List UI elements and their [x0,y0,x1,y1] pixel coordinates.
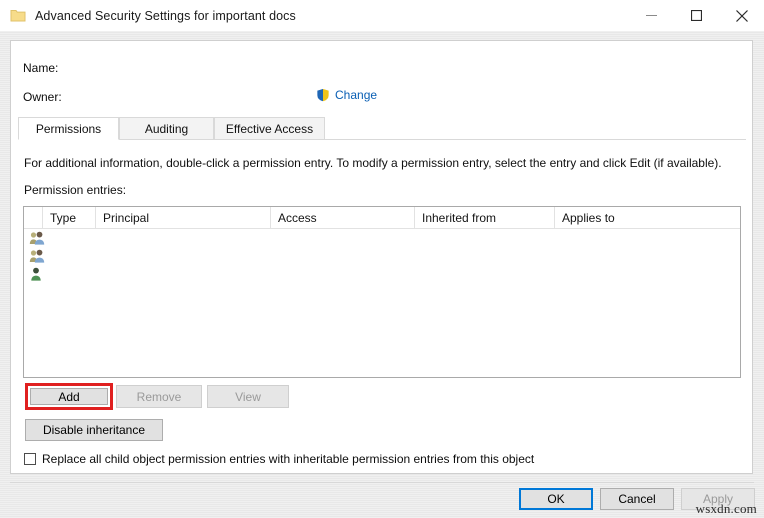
owner-label: Owner: [23,90,62,104]
replace-child-permissions-label: Replace all child object permission entr… [42,452,534,466]
tab-effective-access[interactable]: Effective Access [214,117,325,140]
permission-entries-label: Permission entries: [24,183,126,197]
view-button[interactable]: View [207,385,289,408]
title-bar: Advanced Security Settings for important… [0,0,764,31]
remove-button[interactable]: Remove [116,385,202,408]
disable-inheritance-button[interactable]: Disable inheritance [25,419,163,441]
group-icon [29,248,46,264]
table-row[interactable] [24,247,740,265]
permission-entries-list[interactable]: Type Principal Access Inherited from App… [23,206,741,378]
replace-child-permissions-checkbox[interactable] [24,453,36,465]
footer-divider [10,482,754,483]
minimize-button[interactable] [629,0,674,31]
info-text: For additional information, double-click… [24,156,740,171]
maximize-button[interactable] [674,0,719,31]
tab-permissions-label: Permissions [36,122,101,136]
table-row[interactable] [24,265,740,283]
column-header-spacer [24,207,43,228]
tab-permissions[interactable]: Permissions [18,117,119,140]
column-header-access[interactable]: Access [271,207,415,228]
list-column-header: Type Principal Access Inherited from App… [24,207,740,229]
caption-button-group [629,0,764,31]
name-label: Name: [23,61,58,75]
column-header-inherited-from[interactable]: Inherited from [415,207,555,228]
tab-auditing[interactable]: Auditing [119,117,214,140]
table-row[interactable] [24,229,740,247]
tab-auditing-label: Auditing [145,122,188,136]
ok-button[interactable]: OK [519,488,593,510]
add-button[interactable]: Add [30,388,108,405]
user-icon [29,266,46,282]
window-title: Advanced Security Settings for important… [35,9,296,23]
list-body [24,229,740,283]
folder-icon [10,9,26,23]
change-link[interactable]: Change [335,88,377,102]
column-header-applies-to[interactable]: Applies to [555,207,740,228]
column-header-type[interactable]: Type [43,207,96,228]
advanced-security-settings-window: Advanced Security Settings for important… [0,0,764,518]
tab-effective-access-label: Effective Access [226,122,313,136]
watermark: wsxdn.com [696,501,757,517]
content-panel: Name: Owner: Change Permissions Auditing… [10,40,753,474]
uac-shield-icon [316,88,330,102]
cancel-button[interactable]: Cancel [600,488,674,510]
replace-child-permissions-row[interactable]: Replace all child object permission entr… [24,452,534,466]
column-header-principal[interactable]: Principal [96,207,271,228]
change-owner-control[interactable]: Change [316,88,377,102]
group-icon [29,230,46,246]
tab-strip: Permissions Auditing Effective Access [18,117,746,140]
close-button[interactable] [719,0,764,31]
